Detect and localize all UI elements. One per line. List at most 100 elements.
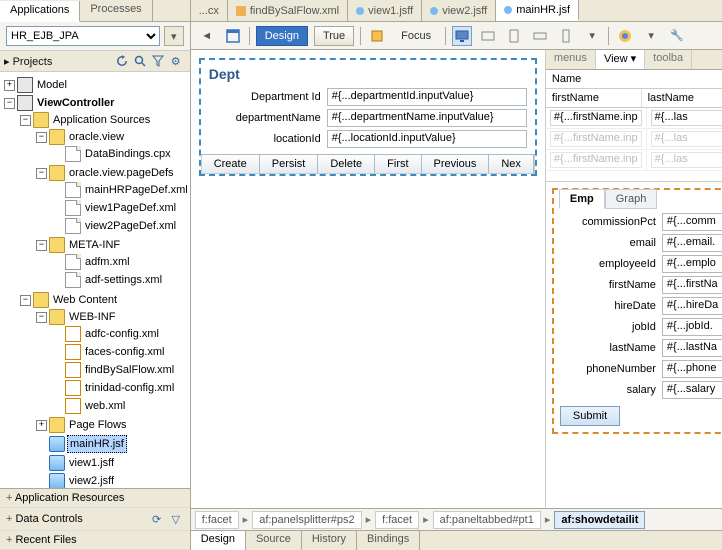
tree-node-viewcontroller[interactable]: ViewController [35,95,116,111]
mode-tab-bindings[interactable]: Bindings [357,531,420,550]
column-header-firstname[interactable]: firstName [546,89,642,107]
breadcrumb-item[interactable]: f:facet [375,511,419,529]
device-tablet-landscape-icon[interactable] [478,26,498,46]
tree-node-pd2[interactable]: view1PageDef.xml [83,200,178,216]
true-button[interactable]: True [314,26,354,46]
palette-tab-view[interactable]: View ▾ [596,50,645,69]
accordion-app-resources[interactable]: Application Resources [0,489,190,508]
department-name-input[interactable]: #{...departmentName.inputValue} [327,109,527,127]
table-row[interactable]: #{...firstName.inp #{...las [546,129,722,150]
expand-toggle[interactable]: + [4,80,15,91]
accordion-data-controls[interactable]: Data Controls ⟳ ▽ [0,508,190,531]
persist-button[interactable]: Persist [260,155,319,173]
tree-node-mainhr[interactable]: mainHR.jsf [67,435,127,453]
tree-node-model[interactable]: Model [35,77,69,93]
table-row[interactable]: #{...firstName.inp #{...las [546,150,722,171]
emp-tab-graph[interactable]: Graph [605,189,658,209]
location-id-input[interactable]: #{...locationId.inputValue} [327,130,527,148]
refresh-icon[interactable] [114,53,130,69]
design-button[interactable]: Design [256,26,308,46]
emp-employeeId-input[interactable]: #{...emplo [662,255,722,273]
column-header-name[interactable]: Name [546,70,722,88]
emp-hireDate-input[interactable]: #{...hireDa [662,297,722,315]
breadcrumb-item[interactable]: af:showdetailit [554,511,645,529]
emp-salary-input[interactable]: #{...salary [662,381,722,399]
collapse-toggle[interactable]: − [36,312,47,323]
search-icon[interactable] [132,53,148,69]
collapse-toggle[interactable]: − [20,115,31,126]
filter-icon[interactable] [150,53,166,69]
accordion-recent-files[interactable]: Recent Files [0,531,190,550]
emp-commissionPct-input[interactable]: #{...comm [662,213,722,231]
application-selector[interactable]: HR_EJB_JPA [6,26,160,46]
tree-node-databindings[interactable]: DataBindings.cpx [83,146,173,162]
tab-processes[interactable]: Processes [80,0,152,21]
tree-node-appsrc[interactable]: Application Sources [51,112,152,128]
editor-tab-view1[interactable]: view1.jsff [348,0,422,21]
back-icon[interactable]: ◄ [197,26,217,46]
show-icon[interactable] [223,26,243,46]
tree-node-wi2[interactable]: faces-config.xml [83,344,166,360]
tree-node-pf[interactable]: Page Flows [67,417,128,433]
wrench-icon[interactable]: 🔧 [667,26,687,46]
expand-toggle[interactable]: + [36,420,47,431]
emp-lastName-input[interactable]: #{...lastNa [662,339,722,357]
tab-applications[interactable]: Applications [0,1,80,22]
emp-phoneNumber-input[interactable]: #{...phone [662,360,722,378]
tree-node-webinf[interactable]: WEB-INF [67,309,117,325]
collapse-toggle[interactable]: − [36,132,47,143]
tree-node-ovpd[interactable]: oracle.view.pageDefs [67,165,176,181]
editor-tab-view2[interactable]: view2.jsff [422,0,496,21]
device-tablet-portrait-icon[interactable] [504,26,524,46]
tree-node-pd1[interactable]: mainHRPageDef.xml [83,182,190,198]
table-row[interactable]: #{...firstName.inp #{...las [546,108,722,129]
delete-button[interactable]: Delete [318,155,375,173]
settings-icon[interactable]: ⚙ [168,53,184,69]
emp-jobId-input[interactable]: #{...jobId. [662,318,722,336]
tree-node-pd3[interactable]: view2PageDef.xml [83,218,178,234]
browser-dropdown-icon[interactable]: ▾ [641,26,661,46]
focus-button[interactable]: Focus [393,26,439,46]
breadcrumb-item[interactable]: af:paneltabbed#pt1 [433,511,541,529]
device-phone-landscape-icon[interactable] [530,26,550,46]
device-phone-portrait-icon[interactable] [556,26,576,46]
department-id-input[interactable]: #{...departmentId.inputValue} [327,88,527,106]
mode-tab-design[interactable]: Design [191,531,246,550]
device-desktop-icon[interactable] [452,26,472,46]
tree-node-adfs[interactable]: adf-settings.xml [83,272,164,288]
emp-email-input[interactable]: #{...email. [662,234,722,252]
editor-tab-findbysalflow[interactable]: findBySalFlow.xml [228,0,348,21]
tree-node-wi5[interactable]: web.xml [83,398,127,414]
tree-node-wi1[interactable]: adfc-config.xml [83,326,161,342]
breadcrumb-item[interactable]: af:panelsplitter#ps2 [252,511,361,529]
mode-tab-history[interactable]: History [302,531,357,550]
tree-node-wc[interactable]: Web Content [51,292,119,308]
tree-node-adfm[interactable]: adfm.xml [83,254,132,270]
tree-node-meta[interactable]: META-INF [67,237,122,253]
tree-node-view2[interactable]: view2.jsff [67,473,116,488]
filter-icon[interactable]: ▽ [168,511,184,527]
device-dropdown-icon[interactable]: ▾ [582,26,602,46]
palette-tab-menus[interactable]: menus [546,50,596,69]
editor-tab-cx[interactable]: ...cx [191,0,228,21]
column-header-lastname[interactable]: lastName [642,89,722,107]
tree-node-view1[interactable]: view1.jsff [67,455,116,471]
first-button[interactable]: First [375,155,421,173]
mode-tab-source[interactable]: Source [246,531,302,550]
collapse-toggle[interactable]: − [20,295,31,306]
editor-tab-mainhr[interactable]: mainHR.jsf [496,0,579,21]
collapse-toggle[interactable]: − [36,240,47,251]
submit-button[interactable]: Submit [560,406,620,426]
tree-node-ov[interactable]: oracle.view [67,129,126,145]
emp-firstName-input[interactable]: #{...firstNa [662,276,722,294]
next-button[interactable]: Nex [489,155,534,173]
emp-tab-emp[interactable]: Emp [559,189,605,209]
create-button[interactable]: Create [202,155,260,173]
breadcrumb-item[interactable]: f:facet [195,511,239,529]
browser-icon[interactable] [615,26,635,46]
focus-prefix-icon[interactable] [367,26,387,46]
tree-node-wi3[interactable]: findBySalFlow.xml [83,362,176,378]
palette-tab-toolbar[interactable]: toolba [645,50,692,69]
tree-node-wi4[interactable]: trinidad-config.xml [83,380,176,396]
refresh-icon[interactable]: ⟳ [149,511,165,527]
